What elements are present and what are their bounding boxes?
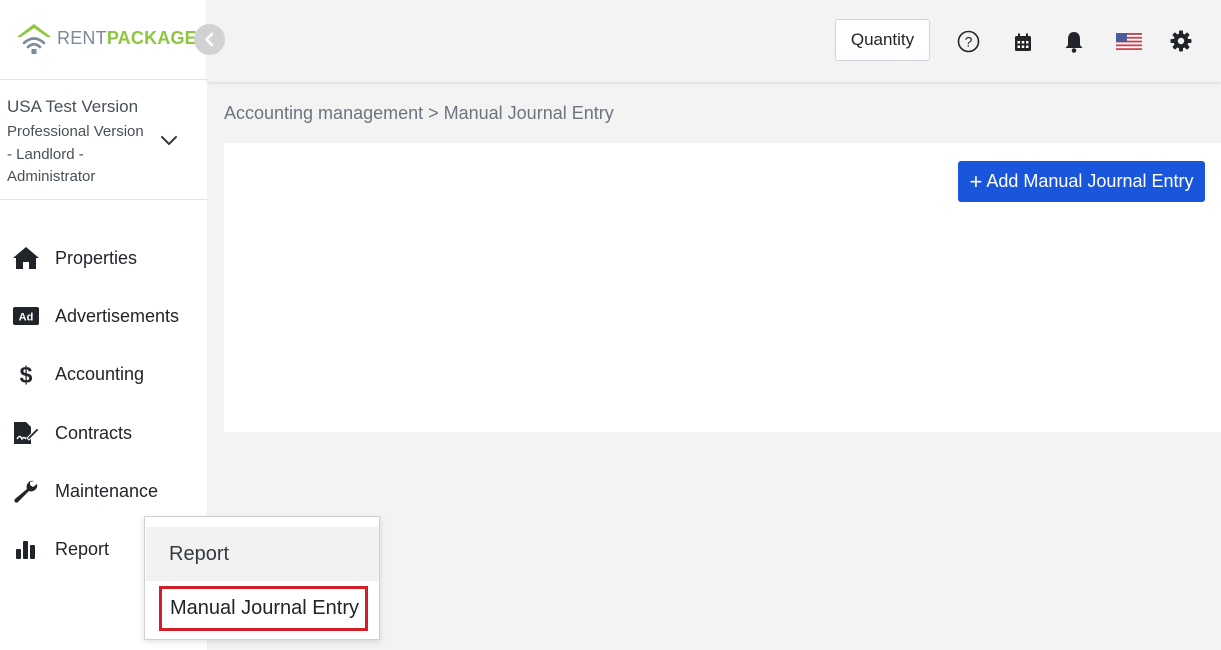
sidebar-item-properties[interactable]: Properties bbox=[0, 238, 207, 278]
chevron-down-icon[interactable] bbox=[160, 134, 178, 146]
bar-chart-icon bbox=[12, 537, 40, 561]
rentpackage-logo-icon bbox=[17, 24, 51, 54]
wrench-icon bbox=[12, 479, 40, 503]
sidebar-collapse-button[interactable] bbox=[194, 24, 225, 55]
top-header: Quantity ? bbox=[207, 0, 1221, 82]
quantity-button[interactable]: Quantity bbox=[835, 19, 930, 61]
report-submenu: Report Manual Journal Entry bbox=[144, 516, 380, 640]
sidebar-item-contracts[interactable]: Contracts bbox=[0, 413, 207, 453]
svg-text:?: ? bbox=[965, 34, 973, 50]
add-button-label: Add Manual Journal Entry bbox=[986, 171, 1194, 191]
submenu-item-label: Report bbox=[169, 543, 230, 565]
sidebar-item-maintenance[interactable]: Maintenance bbox=[0, 471, 207, 511]
submenu-item-manual-journal-entry[interactable]: Manual Journal Entry bbox=[159, 586, 368, 631]
sidebar-item-label: Maintenance bbox=[55, 481, 159, 501]
chevron-left-icon bbox=[205, 32, 214, 47]
submenu-item-report[interactable]: Report bbox=[146, 527, 379, 581]
sidebar-item-advertisements[interactable]: Ad Advertisements bbox=[0, 296, 207, 336]
svg-text:Ad: Ad bbox=[19, 312, 34, 324]
sidebar-item-label: Report bbox=[55, 539, 110, 559]
brand-logo-text: RENTPACKAGE bbox=[57, 28, 197, 48]
contract-icon bbox=[12, 421, 40, 445]
help-icon[interactable]: ? bbox=[957, 30, 980, 53]
bell-icon[interactable] bbox=[1064, 31, 1084, 53]
sidebar-item-label: Properties bbox=[55, 248, 138, 268]
add-manual-journal-entry-button[interactable]: + Add Manual Journal Entry bbox=[958, 161, 1205, 202]
ad-icon: Ad bbox=[12, 304, 40, 328]
sidebar-item-label: Accounting bbox=[55, 364, 145, 384]
sidebar-item-accounting[interactable]: $ Accounting bbox=[0, 354, 207, 394]
us-flag-icon[interactable] bbox=[1116, 33, 1142, 50]
sidebar-item-label: Contracts bbox=[55, 423, 133, 443]
breadcrumb: Accounting management > Manual Journal E… bbox=[224, 103, 614, 123]
sidebar-item-label: Advertisements bbox=[55, 306, 180, 326]
dollar-icon: $ bbox=[12, 362, 40, 386]
submenu-item-label: Manual Journal Entry bbox=[170, 597, 359, 619]
account-name: USA Test Version bbox=[7, 97, 139, 116]
svg-text:$: $ bbox=[20, 362, 33, 386]
home-icon bbox=[12, 246, 40, 270]
account-switcher[interactable]: USA Test Version Professional Version - … bbox=[0, 81, 207, 200]
logo-row: RENTPACKAGE bbox=[0, 0, 207, 80]
calendar-icon[interactable] bbox=[1014, 33, 1032, 52]
gear-icon[interactable] bbox=[1170, 30, 1192, 52]
account-role: Professional Version - Landlord - Admini… bbox=[7, 123, 144, 185]
plus-icon: + bbox=[969, 168, 983, 194]
